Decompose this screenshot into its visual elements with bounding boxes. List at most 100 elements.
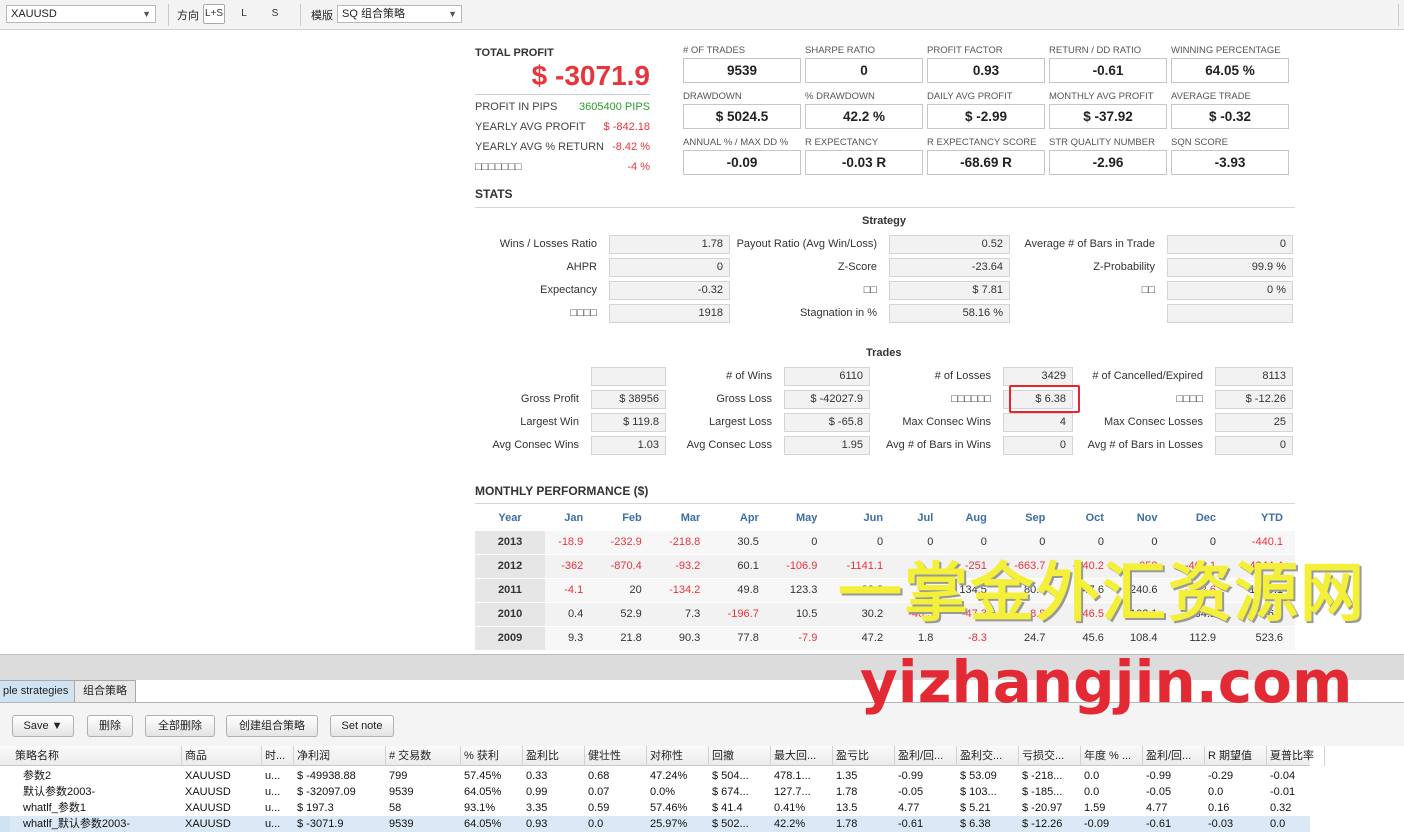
grid-column-header[interactable]: 盈亏比 xyxy=(833,746,895,766)
grid-cell: -0.61 xyxy=(1146,818,1172,830)
metric-label: RETURN / DD RATIO xyxy=(1049,45,1142,56)
stat-value: 0 xyxy=(1167,235,1293,254)
grid-cell: $ 502... xyxy=(712,818,749,830)
trade-stat-label: Avg Consec Wins xyxy=(492,439,579,451)
metric-label: ANNUAL % / MAX DD % xyxy=(683,137,789,148)
metric-card: STR QUALITY NUMBER -2.96 xyxy=(1049,137,1167,175)
grid-cell: 58 xyxy=(389,802,402,814)
table-row[interactable]: 默认参数2003- XAUUSD u... $ -32097.09 9539 64.05%… xyxy=(0,784,1310,800)
monthly-header-month: Nov xyxy=(1136,511,1158,524)
grid-cell: -0.03 xyxy=(1208,818,1234,830)
grid-cell: u... xyxy=(265,786,281,798)
grid-column-header[interactable]: 策略名称 xyxy=(12,746,182,766)
grid-cell: 0.0 xyxy=(1270,818,1286,830)
metric-value: $ -37.92 xyxy=(1049,104,1167,129)
grid-cell: 0.99 xyxy=(526,786,548,798)
trade-stat-value: 1.03 xyxy=(591,436,666,455)
divider xyxy=(475,207,1295,208)
stat-label: □□ xyxy=(1141,284,1155,296)
grid-column-header[interactable]: 盈利/回... xyxy=(1143,746,1205,766)
grid-column-header[interactable]: R 期望值 xyxy=(1205,746,1267,766)
grid-column-header[interactable]: 盈利/回... xyxy=(895,746,957,766)
app-window: XAUUSD ▼ 方向 L+S L S 模版 SQ 组合策略 ▼ TOTAL P… xyxy=(0,0,1404,832)
grid-column-header[interactable]: 商品 xyxy=(182,746,262,766)
monthly-year: 2009 xyxy=(475,625,545,650)
direction-long-button[interactable]: L xyxy=(233,4,255,24)
grid-column-header[interactable]: 健壮性 xyxy=(585,746,647,766)
tab-multiple-strategies[interactable]: ple strategies xyxy=(0,680,78,702)
grid-cell: XAUUSD xyxy=(185,818,231,830)
table-row[interactable]: 参数2 XAUUSD u... $ -49938.88 799 57.45% 0.33 0.6… xyxy=(0,768,1310,784)
template-value: SQ 组合策略 xyxy=(342,8,405,20)
template-select[interactable]: SQ 组合策略 ▼ xyxy=(337,5,462,23)
grid-column-header[interactable]: % 获利 xyxy=(461,746,523,766)
metric-card: AVERAGE TRADE $ -0.32 xyxy=(1171,91,1289,129)
monthly-year: 2012 xyxy=(475,553,545,578)
monthly-header-month: YTD xyxy=(1261,511,1283,524)
row-selector[interactable] xyxy=(0,816,10,832)
metric-card: % DRAWDOWN 42.2 % xyxy=(805,91,923,129)
direction-ls-button[interactable]: L+S xyxy=(203,4,225,24)
grid-column-header[interactable]: 对称性 xyxy=(647,746,709,766)
set-note-button[interactable]: Set note xyxy=(330,715,394,737)
metric-label: # OF TRADES xyxy=(683,45,746,56)
grid-cell: 9539 xyxy=(389,818,414,830)
trade-stat-label: Gross Profit xyxy=(520,393,579,405)
divider xyxy=(475,503,1295,504)
grid-cell: XAUUSD xyxy=(185,786,231,798)
grid-column-header[interactable]: 盈利比 xyxy=(523,746,585,766)
grid-cell: 0.07 xyxy=(588,786,610,798)
create-portfolio-button[interactable]: 创建组合策略 xyxy=(226,715,318,737)
grid-column-header[interactable]: 亏损交... xyxy=(1019,746,1081,766)
trade-stat-value: 25 xyxy=(1215,413,1293,432)
grid-cell: 47.24% xyxy=(650,770,688,782)
stat-label: □□ xyxy=(863,284,877,296)
metric-value: $ -0.32 xyxy=(1171,104,1289,129)
grid-column-header[interactable]: 最大回... xyxy=(771,746,833,766)
grid-column-header[interactable]: # 交易数 xyxy=(386,746,461,766)
delete-button[interactable]: 删除 xyxy=(87,715,133,737)
stat-value: -23.64 xyxy=(889,258,1010,277)
summary-row: □□□□□□□ -4 % xyxy=(475,161,650,175)
grid-column-header[interactable]: 时... xyxy=(262,746,294,766)
monthly-header-month: Jun xyxy=(863,511,884,524)
trade-stat-value: 0 xyxy=(1215,436,1293,455)
delete-all-button[interactable]: 全部删除 xyxy=(145,715,215,737)
metric-card: RETURN / DD RATIO -0.61 xyxy=(1049,45,1167,83)
template-label: 模版 xyxy=(311,10,333,22)
monthly-value: -93.2 xyxy=(653,553,713,578)
tab-portfolio[interactable]: 组合策略 xyxy=(74,680,136,702)
metric-value: 42.2 % xyxy=(805,104,923,129)
monthly-header-month: Aug xyxy=(965,511,987,524)
monthly-value: 20 xyxy=(595,577,654,602)
symbol-select[interactable]: XAUUSD ▼ xyxy=(6,5,156,23)
grid-cell: 0.0 xyxy=(588,818,604,830)
table-row[interactable]: whatlf_参数1 XAUUSD u... $ 197.3 58 93.1% 3.35 0.… xyxy=(0,800,1310,816)
grid-column-header[interactable]: 夏普比率 xyxy=(1267,746,1325,766)
grid-column-header[interactable]: 净利润 xyxy=(294,746,386,766)
direction-short-button[interactable]: S xyxy=(264,4,286,24)
monthly-header-month: Apr xyxy=(739,511,759,524)
metric-label: SHARPE RATIO xyxy=(805,45,876,56)
trade-stat-label: Largest Loss xyxy=(709,416,772,428)
grid-cell: -0.61 xyxy=(898,818,924,830)
toolbar-divider xyxy=(1398,4,1399,26)
grid-cell: 0.0 xyxy=(1208,786,1224,798)
metric-card: DRAWDOWN $ 5024.5 xyxy=(683,91,801,129)
grid-column-header[interactable]: 回撤 xyxy=(709,746,771,766)
metric-card: PROFIT FACTOR 0.93 xyxy=(927,45,1045,83)
grid-column-header[interactable]: 年度 % ... xyxy=(1081,746,1143,766)
table-row[interactable]: whatlf_默认参数2003- XAUUSD u... $ -3071.9 9539 6… xyxy=(0,816,1310,832)
monthly-value: -4.1 xyxy=(545,577,596,602)
strategy-grid: 策略名称 商品 时... 净利润 # 交易数% 获利 盈利比 健壮性 对称性 回撤 最大回... 盈… xyxy=(0,746,1404,832)
trade-stat-label: # of Wins xyxy=(726,370,772,382)
trade-stat-label: Max Consec Losses xyxy=(1103,416,1203,428)
grid-column-header[interactable]: 盈利交... xyxy=(957,746,1019,766)
grid-cell: -0.04 xyxy=(1270,770,1296,782)
metric-card: SQN SCORE -3.93 xyxy=(1171,137,1289,175)
monthly-header-month: Feb xyxy=(622,511,642,524)
watermark-chinese: 一掌金外汇资源网 xyxy=(838,557,1366,629)
stat-label: Stagnation in % xyxy=(799,307,877,319)
save-button[interactable]: Save ▼ xyxy=(12,715,74,737)
summary-value: -8.42 % xyxy=(612,141,650,153)
